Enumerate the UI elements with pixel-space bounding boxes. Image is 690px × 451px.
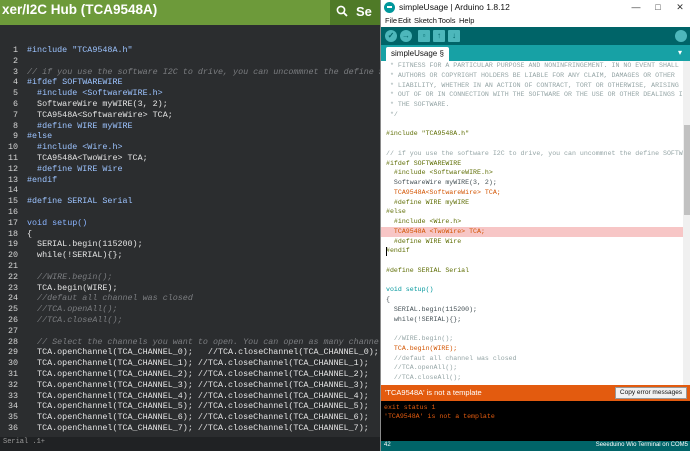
editor-code-line: //TCA.closeAll(); <box>386 374 462 381</box>
text-cursor <box>386 247 387 257</box>
minimize-button[interactable]: — <box>625 0 647 15</box>
copy-error-messages-button[interactable]: Copy error messages <box>615 387 687 399</box>
menu-tools[interactable]: Tools <box>438 16 456 25</box>
arduino-ide-window: simpleUsage | Arduino 1.8.12 — □ ✕ File … <box>380 0 690 451</box>
maximize-button[interactable]: □ <box>647 0 669 15</box>
verify-icon[interactable]: ✓ <box>385 30 397 42</box>
web-page-title: xer/I2C Hub (TCA9548A) <box>2 2 158 17</box>
title-bar: simpleUsage | Arduino 1.8.12 — □ ✕ <box>381 0 690 15</box>
error-bar: 'TCA9548A' is not a template Copy error … <box>381 385 690 401</box>
console-line: 'TCA9548A' is not a template <box>384 413 495 420</box>
status-bar: 42 Seeeduino Wio Terminal on COM5 <box>381 441 690 451</box>
error-message: 'TCA9548A' is not a template <box>385 388 482 397</box>
code-editor[interactable]: * FITNESS FOR A PARTICULAR PURPOSE AND N… <box>381 61 690 385</box>
line-number: 42 <box>384 442 391 448</box>
editor-scrollbar-thumb[interactable] <box>684 125 690 215</box>
web-code-line: 36 TCA.openChannel(TCA_CHANNEL_7); //TCA… <box>0 422 384 434</box>
console-output: exit status 1 'TCA9548A' is not a templa… <box>381 401 690 441</box>
console-line: exit status 1 <box>384 404 436 411</box>
web-search-label[interactable]: Se <box>356 4 372 19</box>
upload-icon[interactable]: → <box>400 30 412 42</box>
web-status-text: Serial .1+ <box>3 438 46 446</box>
code-text: TCA.openChannel(TCA_CHANNEL_7); //TCA.cl… <box>27 423 369 433</box>
arduino-app-icon <box>384 2 395 13</box>
new-icon[interactable]: ▫ <box>418 30 430 42</box>
web-code-view: 1 #include "TCA9548A.h" 2 3// if you use th… <box>0 44 384 436</box>
serial-monitor-icon[interactable] <box>675 30 687 42</box>
menu-edit[interactable]: Edit <box>398 16 411 25</box>
editor-scrollbar[interactable] <box>683 61 690 385</box>
line-number: 36 <box>7 423 18 433</box>
web-status-bar: Serial .1+ <box>0 437 384 451</box>
tab-row: simpleUsage § ▾ <box>381 45 690 61</box>
menu-file[interactable]: File <box>385 16 397 25</box>
tab-simpleusage[interactable]: simpleUsage § <box>386 47 449 61</box>
menu-help[interactable]: Help <box>459 16 474 25</box>
menu-sketch[interactable]: Sketch <box>414 16 437 25</box>
toolbar: ✓ → ▫ ↑ ↓ <box>381 27 690 45</box>
save-icon[interactable]: ↓ <box>448 30 460 42</box>
tab-menu-icon[interactable]: ▾ <box>674 48 686 58</box>
close-button[interactable]: ✕ <box>669 0 690 15</box>
search-icon[interactable] <box>336 5 348 17</box>
window-title: simpleUsage | Arduino 1.8.12 <box>399 2 510 12</box>
board-port-label: Seeeduino Wio Terminal on COM5 <box>595 442 688 448</box>
open-icon[interactable]: ↑ <box>433 30 445 42</box>
menu-bar: File Edit Sketch Tools Help <box>381 15 690 27</box>
